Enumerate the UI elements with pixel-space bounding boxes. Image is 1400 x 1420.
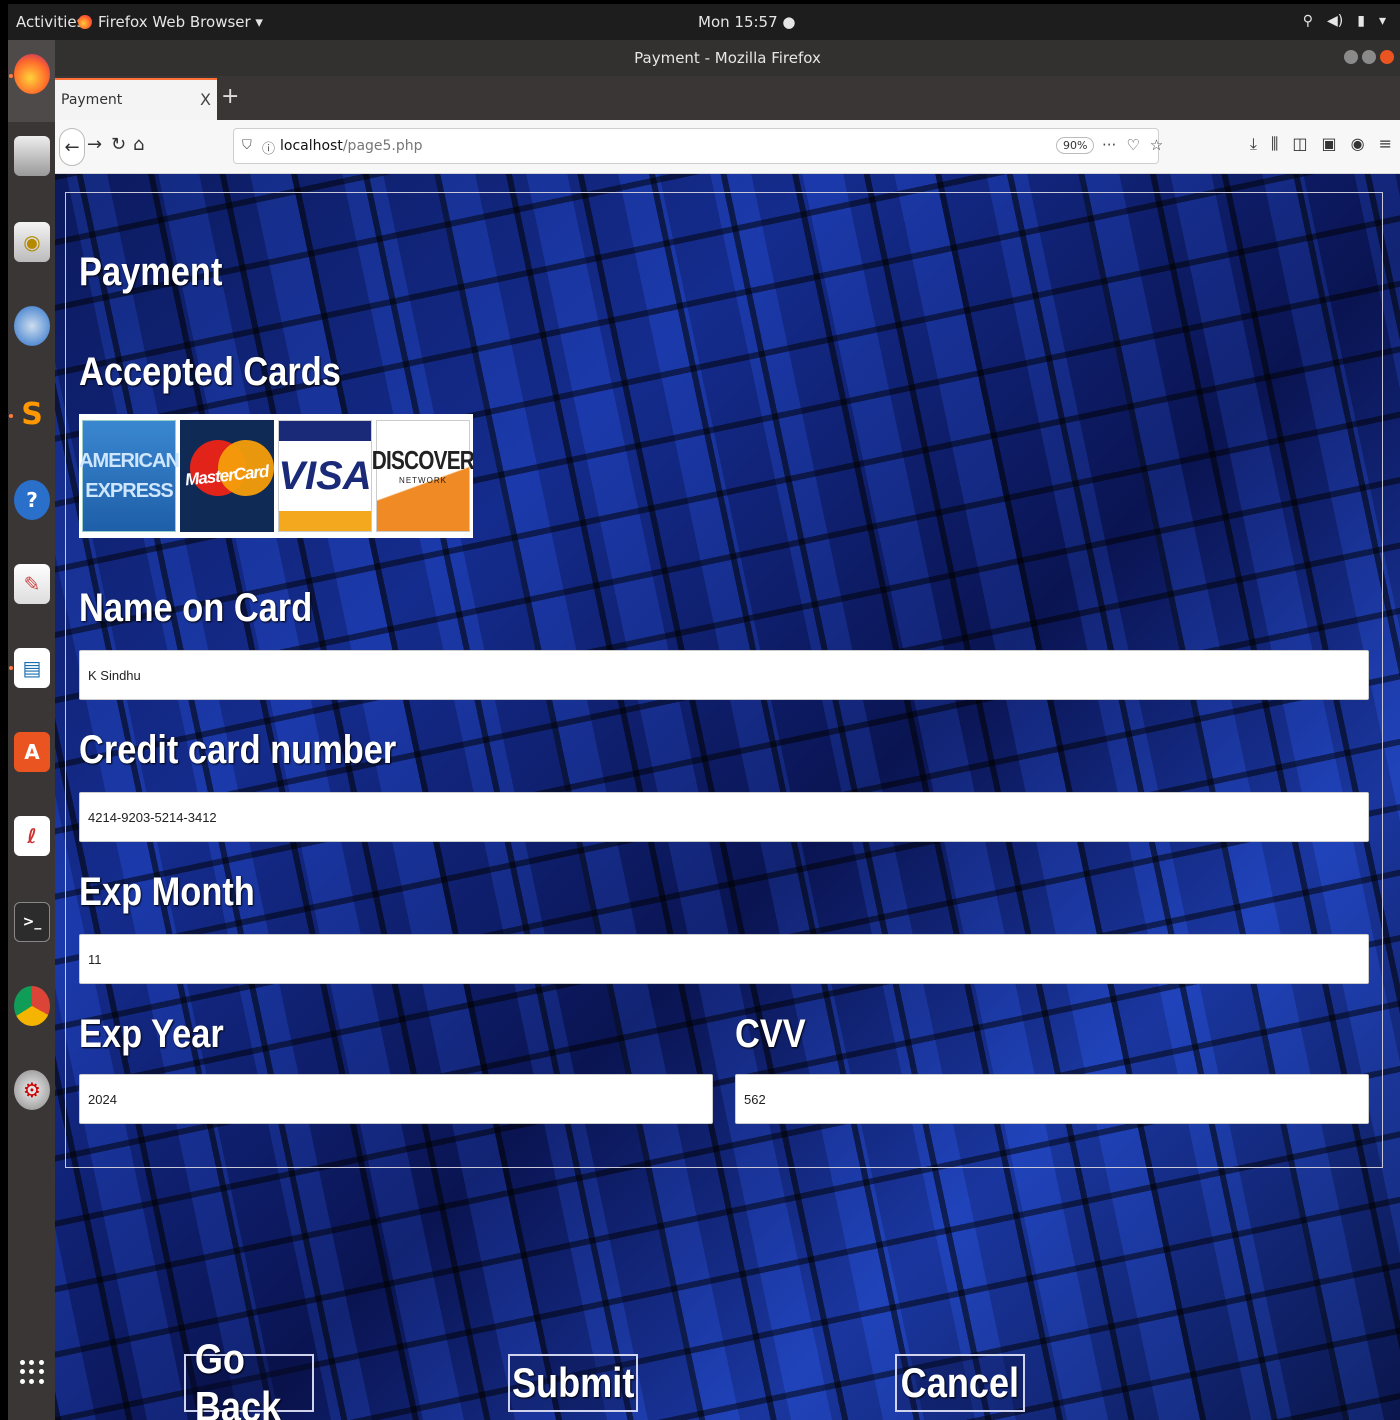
page-title: Payment	[79, 250, 223, 294]
bookmark-star-icon[interactable]: ☆	[1150, 136, 1163, 154]
site-info-icon[interactable]: ⓘ	[262, 138, 275, 157]
system-tray[interactable]: ⚲ ◀) ▮ ▾	[1303, 13, 1386, 29]
firefox-icon	[78, 15, 92, 29]
extension-icon[interactable]: ▣	[1322, 134, 1337, 154]
account-icon[interactable]: ◉	[1351, 134, 1365, 154]
exp-month-label: Exp Month	[79, 870, 255, 914]
url-text[interactable]: localhost/page5.php	[280, 138, 423, 154]
clock[interactable]: Mon 15:57 ●	[698, 13, 795, 31]
software-center-icon[interactable]: A	[14, 732, 50, 772]
tab-payment[interactable]: Payment X	[55, 78, 217, 120]
cvv-input[interactable]: 562	[735, 1074, 1369, 1124]
home-button[interactable]: ⌂	[133, 134, 144, 155]
pocket-icon[interactable]: ♡	[1126, 136, 1139, 154]
running-indicator-icon	[9, 74, 13, 78]
app-menu-label: Firefox Web Browser ▾	[98, 13, 263, 31]
sidebar-icon[interactable]: ◫	[1292, 134, 1307, 154]
url-host: localhost	[280, 138, 343, 154]
cancel-label: Cancel	[900, 1359, 1020, 1406]
exp-year-input[interactable]: 2024	[79, 1074, 713, 1124]
page-actions-menu-icon[interactable]: ···	[1102, 136, 1116, 154]
reload-button[interactable]: ↻	[111, 134, 126, 155]
cancel-button[interactable]: Cancel	[895, 1354, 1025, 1412]
card-number-label: Credit card number	[79, 728, 397, 772]
forward-button[interactable]: →	[87, 134, 102, 155]
tab-bar: Payment X +	[55, 76, 1400, 120]
network-icon: ⚲	[1302, 13, 1314, 29]
card-number-input[interactable]: 4214-9203-5214-3412	[79, 792, 1369, 842]
chrome-icon[interactable]	[14, 986, 50, 1026]
rhythmbox-icon[interactable]: ◉	[14, 222, 50, 262]
activities-button[interactable]: Activities	[16, 13, 84, 31]
mastercard-logo: MasterCard	[180, 420, 274, 532]
exp-year-label: Exp Year	[79, 1012, 224, 1056]
battery-icon: ▮	[1357, 13, 1365, 29]
accepted-cards-heading: Accepted Cards	[79, 350, 341, 394]
go-back-button[interactable]: Go Back	[184, 1335, 314, 1420]
go-back-label: Go Back	[194, 1335, 282, 1420]
new-tab-button[interactable]: +	[221, 84, 239, 109]
writer-document-icon[interactable]: ▤	[14, 648, 50, 688]
text-editor-icon[interactable]: ✎	[14, 564, 50, 604]
discover-sub-text: NETWORK	[399, 476, 447, 485]
exp-month-input[interactable]: 11	[79, 934, 1369, 984]
running-indicator-icon	[9, 414, 13, 418]
zoom-level-badge[interactable]: 90%	[1056, 137, 1095, 154]
submit-label: Submit	[511, 1359, 635, 1406]
chevron-down-icon: ▾	[1378, 13, 1386, 29]
amex-logo: AMERICAN EXPRESS	[79, 420, 180, 532]
downloads-icon[interactable]: ⤓	[1250, 134, 1257, 154]
hamburger-menu-icon[interactable]: ≡	[1379, 134, 1392, 154]
show-applications-icon[interactable]	[20, 1360, 44, 1384]
submit-button[interactable]: Submit	[508, 1354, 638, 1412]
window-title: Payment - Mozilla Firefox	[634, 49, 821, 67]
gnome-top-bar: Activities Firefox Web Browser ▾ Mon 15:…	[8, 4, 1400, 40]
thunderbird-icon[interactable]	[14, 306, 50, 346]
desktop-screen: Activities Firefox Web Browser ▾ Mon 15:…	[0, 0, 1400, 1420]
volume-icon: ◀)	[1327, 13, 1344, 29]
url-path: /page5.php	[342, 138, 423, 154]
url-actions: ··· ♡ ☆	[1102, 136, 1163, 154]
toolbar-right: ⤓ ⫼ ◫ ▣ ◉ ≡	[1250, 134, 1392, 154]
maximize-icon[interactable]	[1362, 50, 1376, 64]
sublime-text-icon[interactable]: S	[14, 394, 50, 434]
tab-close-icon[interactable]: X	[200, 90, 211, 109]
library-icon[interactable]: ⫼	[1271, 134, 1278, 154]
settings-gear-icon[interactable]: ⚙	[14, 1070, 50, 1110]
help-icon[interactable]: ?	[14, 480, 50, 520]
close-window-icon[interactable]	[1380, 50, 1394, 64]
visa-text: VISA	[278, 453, 372, 498]
terminal-icon[interactable]: >_	[14, 902, 50, 942]
document-viewer-icon[interactable]: ℓ	[14, 816, 50, 856]
window-controls	[1344, 50, 1394, 64]
discover-text: DISCOVER	[371, 445, 475, 475]
amex-line2: EXPRESS	[85, 480, 173, 502]
app-menu[interactable]: Firefox Web Browser ▾	[78, 13, 263, 31]
tracking-shield-icon[interactable]: ⛉	[242, 138, 252, 153]
back-arrow-icon: ←	[64, 136, 80, 158]
cvv-label: CVV	[735, 1012, 806, 1056]
firefox-icon[interactable]	[14, 54, 50, 94]
page-content: Payment Accepted Cards AMERICAN EXPRESS M…	[55, 174, 1400, 1420]
visa-logo: VISA	[278, 420, 372, 532]
discover-logo: DISCOVER NETWORK	[372, 420, 475, 532]
dock: ◉ S ? ✎ ▤ A ℓ >_ ⚙	[8, 40, 55, 1420]
running-indicator-icon	[9, 666, 13, 670]
name-on-card-label: Name on Card	[79, 586, 313, 630]
amex-line1: AMERICAN	[79, 450, 180, 472]
url-bar[interactable]: ⛉ ⓘ localhost/page5.php 90% ··· ♡ ☆	[233, 128, 1163, 164]
navigation-toolbar: ← → ↻ ⌂ ⛉ ⓘ localhost/page5.php 90% ··· …	[55, 120, 1400, 174]
tab-label: Payment	[61, 92, 123, 108]
accepted-cards-image: AMERICAN EXPRESS MasterCard VISA DISCOVER…	[79, 414, 475, 538]
window-titlebar: Payment - Mozilla Firefox	[55, 40, 1400, 76]
minimize-icon[interactable]	[1344, 50, 1358, 64]
back-button[interactable]: ←	[59, 128, 85, 166]
file-cabinet-icon[interactable]	[14, 136, 50, 176]
name-on-card-input[interactable]: K Sindhu	[79, 650, 1369, 700]
